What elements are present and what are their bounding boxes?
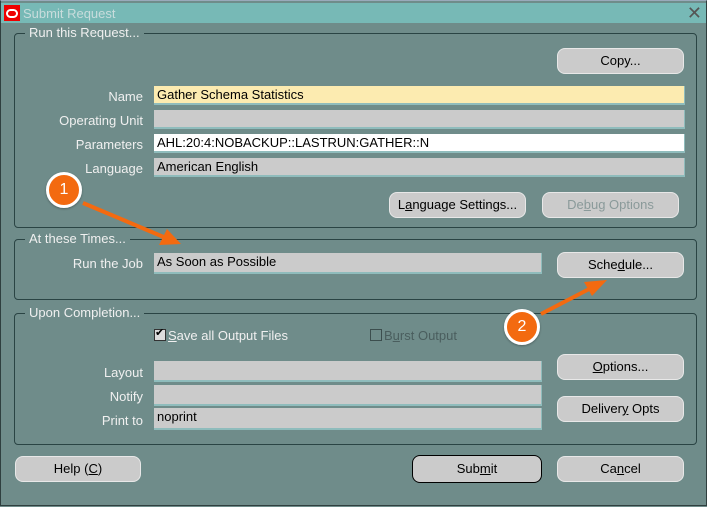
arrow-2-line: [540, 285, 594, 316]
arrow-2-head: [584, 280, 607, 296]
submit-request-window: Submit Request ✕ Run this Request... Cop…: [0, 0, 707, 506]
arrow-1-line: [82, 201, 167, 240]
callout-2-badge: 2: [504, 309, 540, 345]
annotation-arrows: [82, 201, 607, 316]
callout-1-badge: 1: [46, 172, 82, 208]
